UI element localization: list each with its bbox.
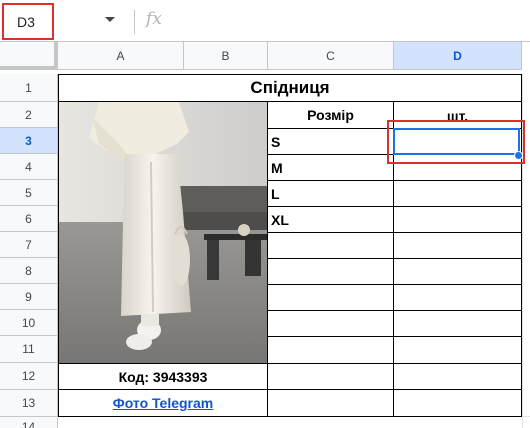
name-box[interactable]: D3 <box>2 3 54 40</box>
name-box-dropdown-icon[interactable] <box>105 17 115 22</box>
sheet-title-cell[interactable]: Спідниця <box>59 75 521 101</box>
row-header-6[interactable]: 6 <box>0 206 58 232</box>
row-header-2[interactable]: 2 <box>0 102 58 128</box>
size-cell-m[interactable]: M <box>268 155 393 180</box>
row-header-13[interactable]: 13 <box>0 390 58 417</box>
size-cell-xl[interactable]: XL <box>268 207 393 232</box>
row-header-11[interactable]: 11 <box>0 336 58 363</box>
column-header-a[interactable]: A <box>58 42 184 70</box>
row-header-5[interactable]: 5 <box>0 180 58 206</box>
column-header-d[interactable]: D <box>394 42 522 70</box>
column-header-b[interactable]: B <box>184 42 268 70</box>
formula-separator <box>134 10 135 34</box>
row-header-12[interactable]: 12 <box>0 363 58 390</box>
quantity-cell-xl[interactable] <box>394 207 521 232</box>
row-header-7[interactable]: 7 <box>0 232 58 258</box>
row-header-4[interactable]: 4 <box>0 154 58 180</box>
table-border <box>268 363 522 364</box>
fx-icon: fx <box>146 9 162 29</box>
row-header-9[interactable]: 9 <box>0 284 58 310</box>
table-border <box>268 389 522 390</box>
row-header-3[interactable]: 3 <box>0 128 58 154</box>
table-border <box>268 232 522 233</box>
size-cell-s[interactable]: S <box>268 129 393 154</box>
table-border <box>58 416 522 417</box>
table-border <box>268 310 522 311</box>
table-border <box>268 284 522 285</box>
row-header-10[interactable]: 10 <box>0 310 58 336</box>
product-code-cell[interactable]: Код: 3943393 <box>59 364 267 389</box>
size-cell-l[interactable]: L <box>268 181 393 206</box>
quantity-cell-l[interactable] <box>394 181 521 206</box>
table-border <box>268 258 522 259</box>
fill-handle[interactable] <box>514 151 523 160</box>
size-header-cell[interactable]: Розмір <box>268 102 393 128</box>
row-header-14[interactable]: 14 <box>0 417 58 428</box>
row-header-1[interactable]: 1 <box>0 74 58 102</box>
photo-telegram-link[interactable]: Фото Telegram <box>59 390 267 416</box>
product-photo-image <box>59 102 267 363</box>
formula-bar: D3 fx <box>0 0 530 42</box>
product-photo[interactable] <box>59 102 267 363</box>
active-cell-selection[interactable] <box>393 128 520 155</box>
row-header-8[interactable]: 8 <box>0 258 58 284</box>
column-header-c[interactable]: C <box>268 42 394 70</box>
select-all-corner[interactable] <box>0 42 58 70</box>
table-border <box>268 336 522 337</box>
